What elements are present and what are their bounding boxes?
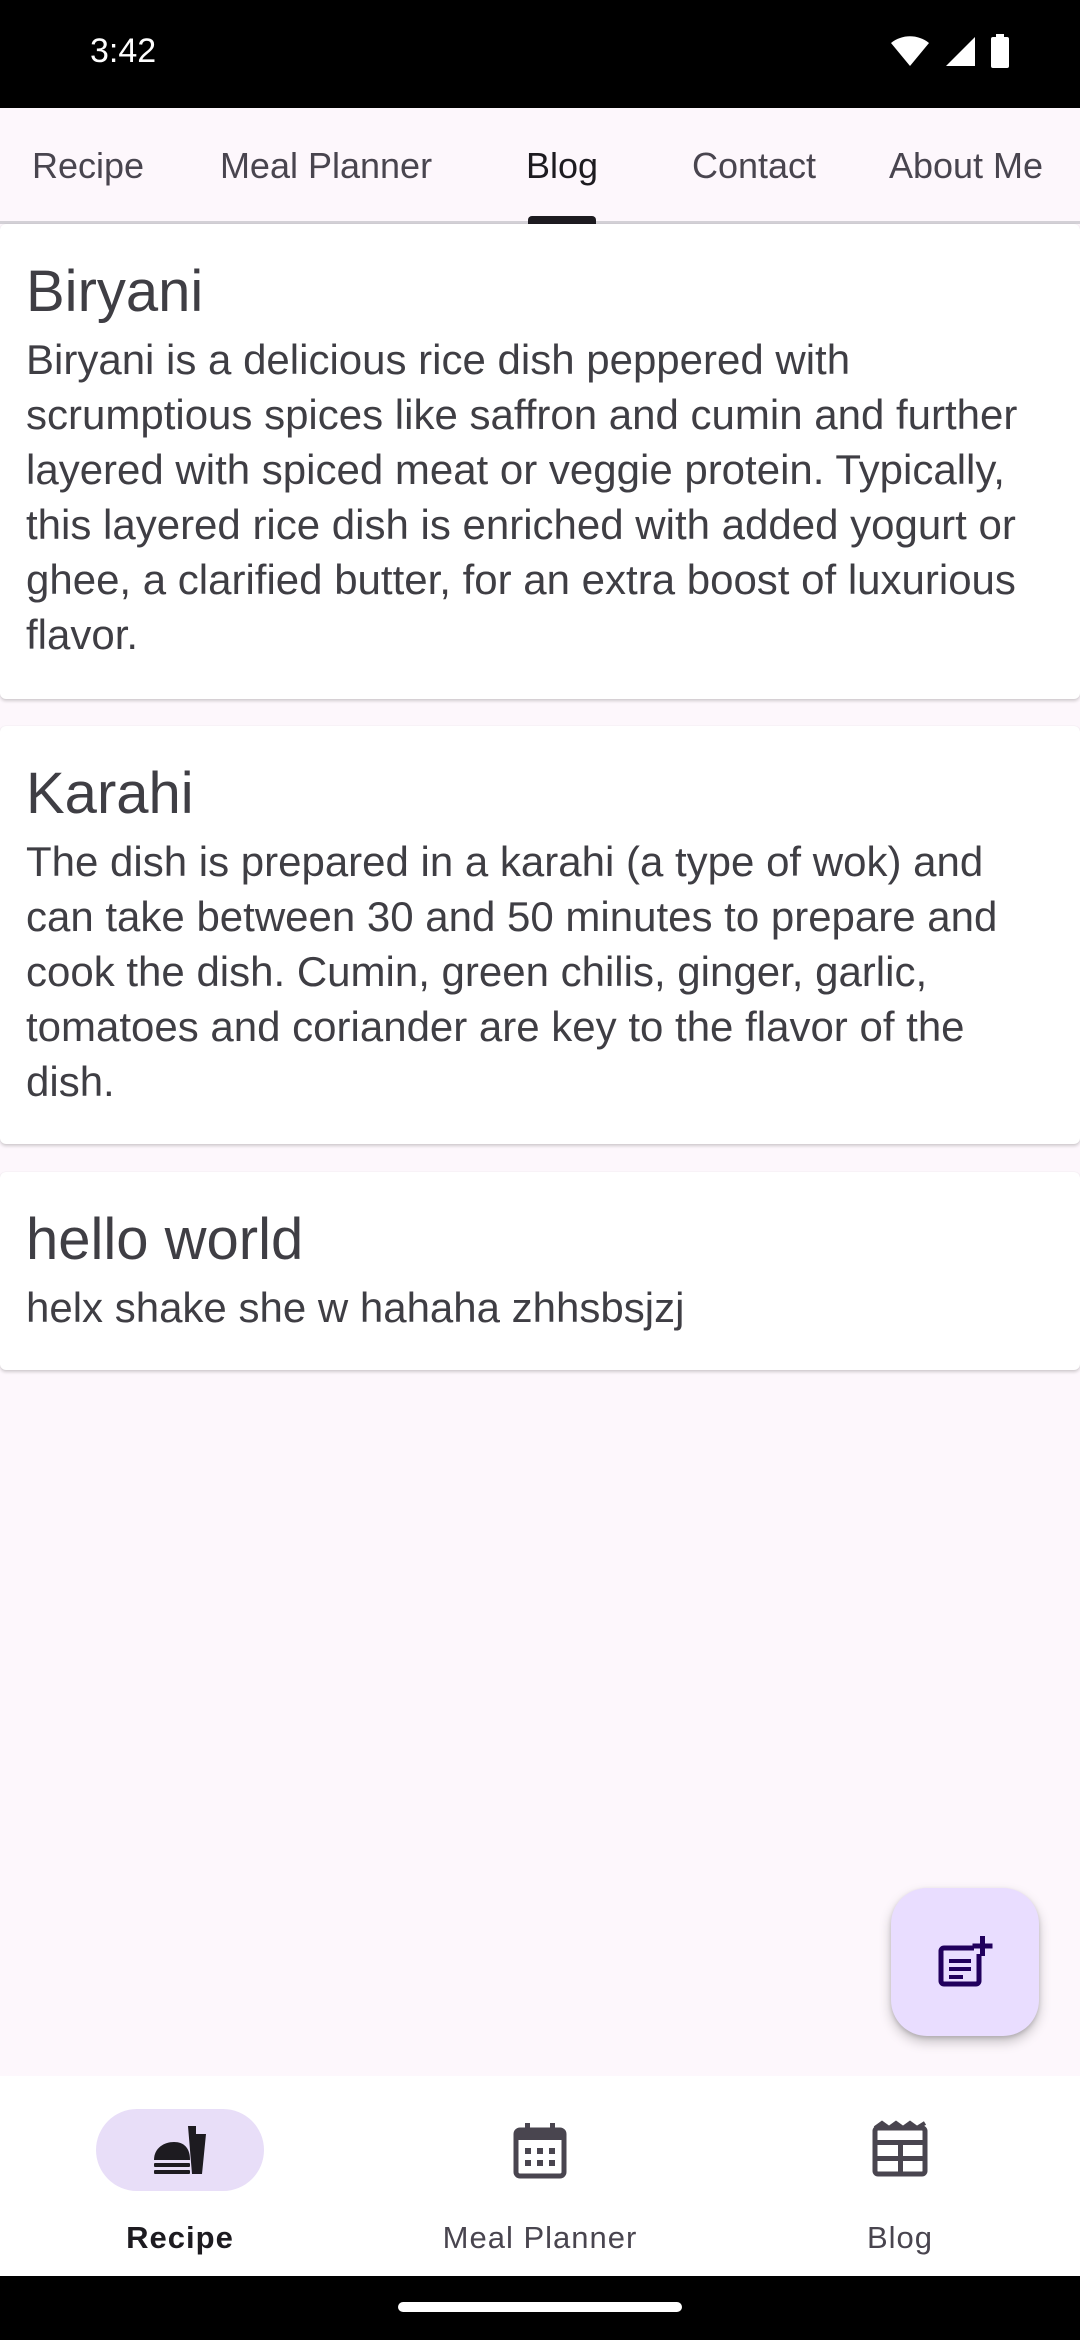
nav-item-recipe[interactable]: Recipe	[0, 2076, 360, 2276]
tab-label: Meal Planner	[219, 145, 433, 186]
add-post-icon	[938, 1936, 993, 1987]
blog-card-body: The dish is prepared in a karahi (a type…	[26, 838, 998, 1105]
add-post-button[interactable]	[891, 1888, 1039, 2036]
nav-label: Blog	[866, 2220, 934, 2255]
home-gesture-handle[interactable]	[398, 2302, 682, 2312]
blog-card-body: helx shake she w hahaha zhhsbsjzj	[26, 1284, 685, 1331]
calendar-icon	[513, 2123, 567, 2179]
status-bar: 3:42	[0, 0, 1080, 108]
tab-label: Contact	[691, 145, 817, 186]
bottom-navigation: Recipe Meal Planner Blog	[0, 2076, 1080, 2276]
tab-indicator	[528, 216, 596, 224]
tab-label: Blog	[525, 145, 599, 186]
nav-item-meal-planner[interactable]: Meal Planner	[360, 2076, 720, 2276]
blog-card-body: Biryani is a delicious rice dish peppere…	[26, 336, 1018, 658]
top-tab-bar: Recipe Meal Planner Blog Contact About M…	[0, 108, 1080, 224]
gesture-navigation-bar	[0, 2276, 1080, 2340]
blog-card[interactable]: hello world helx shake she w hahaha zhhs…	[0, 1172, 1080, 1370]
tab-recipe[interactable]: Recipe	[0, 108, 176, 224]
signal-icon	[946, 37, 975, 66]
blog-card-title: Biryani	[26, 259, 204, 324]
tab-contact[interactable]: Contact	[648, 108, 860, 224]
tab-blog[interactable]: Blog	[476, 108, 648, 224]
nav-label: Meal Planner	[442, 2220, 638, 2255]
blog-card-title: Karahi	[26, 761, 194, 826]
status-time: 3:42	[90, 32, 157, 70]
blog-card[interactable]: Biryani Biryani is a delicious rice dish…	[0, 224, 1080, 699]
fastfood-icon	[154, 2126, 206, 2174]
nav-label: Recipe	[126, 2220, 234, 2255]
nav-item-blog[interactable]: Blog	[720, 2076, 1080, 2276]
tab-label: About Me	[888, 145, 1044, 186]
tab-label: Recipe	[31, 145, 145, 186]
wifi-icon	[891, 36, 929, 66]
tab-meal-planner[interactable]: Meal Planner	[176, 108, 476, 224]
battery-icon	[991, 34, 1009, 68]
blog-card[interactable]: Karahi The dish is prepared in a karahi …	[0, 726, 1080, 1144]
newspaper-icon	[872, 2120, 928, 2177]
tab-about-me[interactable]: About Me	[860, 108, 1072, 224]
status-icons	[890, 34, 1010, 68]
blog-card-title: hello world	[26, 1207, 304, 1272]
